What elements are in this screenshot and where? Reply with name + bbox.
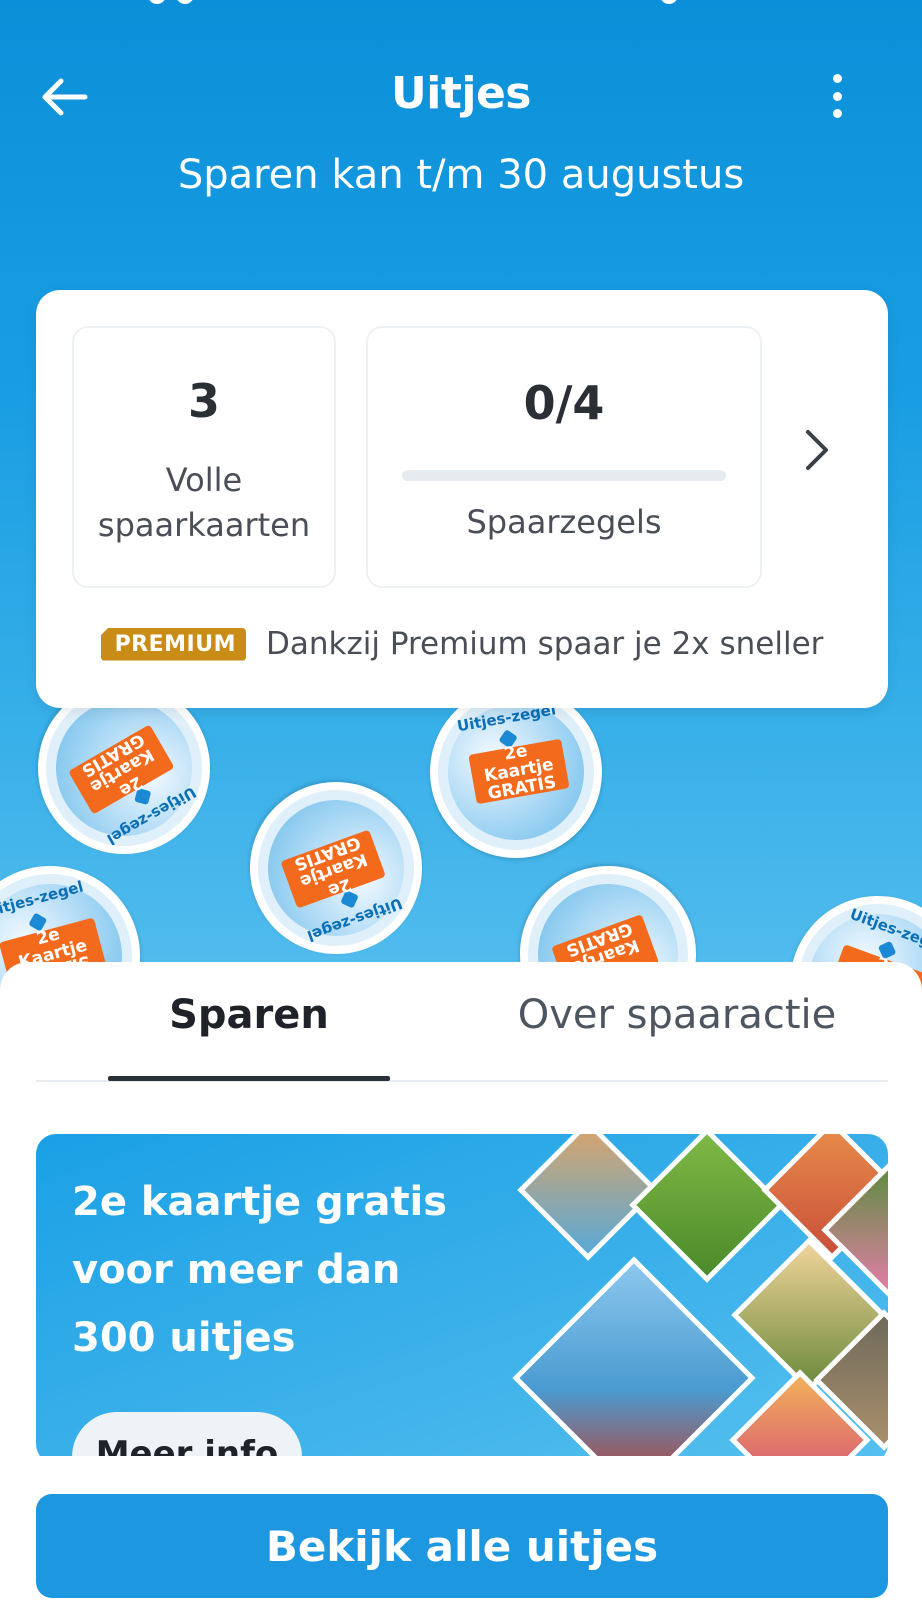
premium-info-row: PREMIUM Dankzij Premium spaar je 2x snel… (36, 626, 888, 662)
page-title: Uitjes (391, 68, 531, 119)
tab-over-spaaractie[interactable]: Over spaaractie (492, 992, 862, 1038)
attractions-collage-image (492, 1134, 888, 1464)
premium-badge: PREMIUM (100, 627, 246, 661)
full-cards-label: Volle spaarkaarten (97, 461, 311, 544)
full-cards-count: 3 (187, 374, 220, 428)
status-bar-remnant (140, 0, 740, 6)
view-all-outings-button[interactable]: Bekijk alle uitjes (36, 1494, 888, 1598)
promo-headline: 2e kaartje gratis voor meer dan 300 uitj… (72, 1179, 448, 1361)
details-chevron-button[interactable] (794, 420, 840, 480)
premium-text: Dankzij Premium spaar je 2x sneller (266, 626, 824, 662)
stamp-decoration: Uitjes-zegel2e KaartjeGRATIS (225, 757, 447, 979)
savings-summary-card: 3 Volle spaarkaarten 0/4 Spaarzegels PRE… (36, 290, 888, 708)
full-cards-tile[interactable]: 3 Volle spaarkaarten (72, 326, 336, 588)
chevron-right-icon (806, 430, 828, 470)
stamps-label: Spaarzegels (466, 503, 662, 541)
more-menu-button[interactable] (822, 74, 852, 118)
campaign-deadline: Sparen kan t/m 30 augustus (177, 152, 745, 198)
stamps-count: 0/4 (523, 376, 605, 430)
tab-sparen[interactable]: Sparen (108, 992, 390, 1038)
more-vertical-icon (832, 74, 842, 83)
top-bar: Uitjes (0, 60, 922, 130)
stamps-progress-bar (402, 470, 726, 481)
stamps-tile[interactable]: 0/4 Spaarzegels (366, 326, 762, 588)
promo-banner[interactable]: 2e kaartje gratis voor meer dan 300 uitj… (36, 1134, 888, 1464)
bottom-action-bar: Bekijk alle uitjes (0, 1456, 922, 1600)
tab-bar: Sparen Over spaaractie (36, 962, 888, 1082)
active-tab-indicator (108, 1076, 390, 1081)
